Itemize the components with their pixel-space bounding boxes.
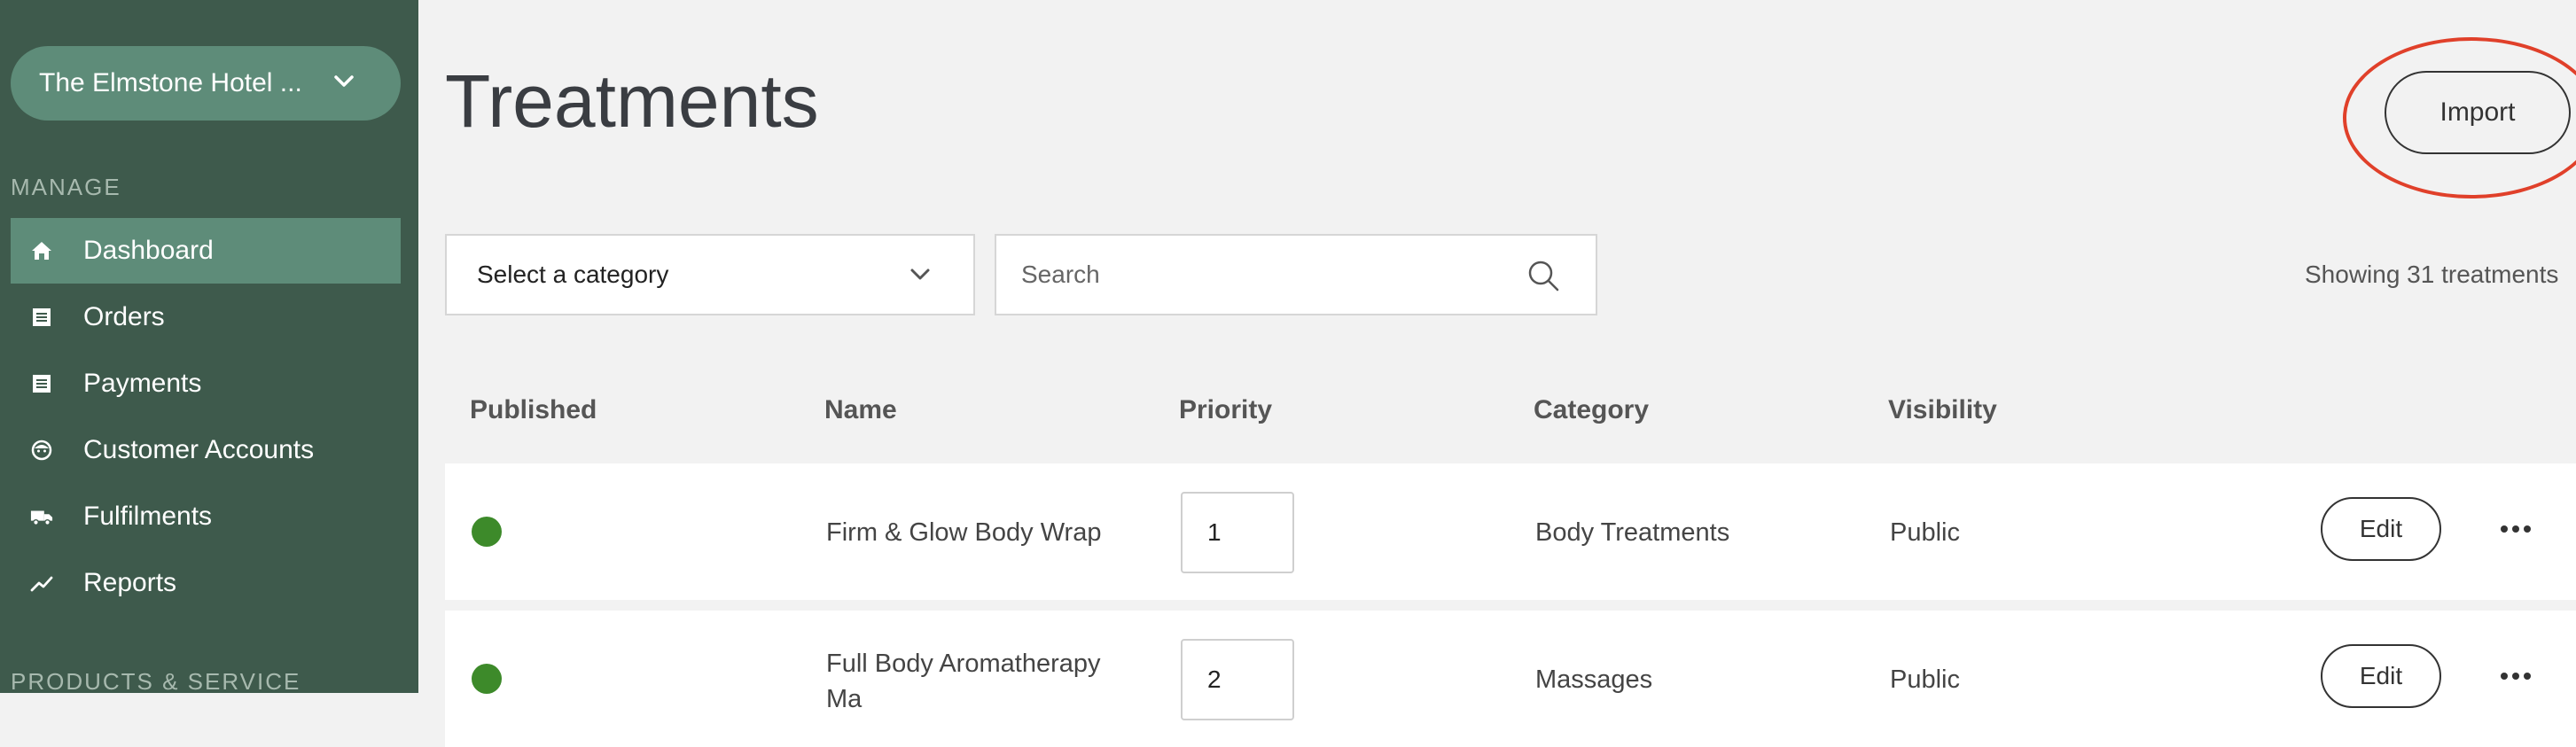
- sidebar-item-customer-accounts[interactable]: Customer Accounts: [11, 417, 401, 483]
- face-icon: [30, 439, 53, 462]
- category-select-value: Select a category: [477, 261, 669, 288]
- search-icon[interactable]: [1526, 259, 1560, 292]
- column-header-visibility: Visibility: [1888, 395, 1997, 424]
- sidebar-item-reports[interactable]: Reports: [11, 550, 401, 616]
- treatment-category: Body Treatments: [1535, 518, 1730, 547]
- search-input[interactable]: [996, 236, 1493, 314]
- list-icon: [30, 306, 53, 329]
- published-status-dot: [472, 517, 502, 547]
- section-manage: MANAGE: [11, 174, 121, 200]
- section-products-services: PRODUCTS & SERVICE: [11, 668, 301, 695]
- sidebar-item-dashboard[interactable]: Dashboard: [11, 218, 401, 284]
- edit-button[interactable]: Edit: [2321, 644, 2441, 708]
- treatment-category: Massages: [1535, 665, 1653, 694]
- trend-icon: [30, 572, 53, 595]
- sidebar-item-fulfilments[interactable]: Fulfilments: [11, 484, 401, 549]
- column-header-priority: Priority: [1179, 395, 1273, 424]
- list-icon: [30, 372, 53, 395]
- priority-input[interactable]: [1181, 639, 1294, 720]
- home-icon: [30, 239, 53, 262]
- sidebar-item-payments[interactable]: Payments: [11, 351, 401, 416]
- treatment-name: Firm & Glow Body Wrap: [826, 518, 1102, 547]
- page-title: Treatments: [445, 59, 819, 143]
- chevron-down-icon: [334, 75, 354, 87]
- more-options-icon[interactable]: [2500, 671, 2532, 681]
- sidebar-item-label: Orders: [83, 302, 165, 331]
- treatment-visibility: Public: [1890, 665, 1960, 694]
- chevron-down-icon: [910, 268, 930, 280]
- venue-name: The Elmstone Hotel ...: [39, 68, 302, 97]
- results-count: Showing 31 treatments: [2305, 261, 2559, 288]
- category-select[interactable]: Select a category: [445, 234, 975, 315]
- truck-icon: [30, 505, 53, 528]
- sidebar-item-orders[interactable]: Orders: [11, 284, 401, 350]
- column-header-published: Published: [470, 395, 597, 424]
- sidebar-item-label: Payments: [83, 369, 202, 398]
- sidebar-item-label: Customer Accounts: [83, 435, 315, 464]
- search-box: [995, 234, 1597, 315]
- column-header-name: Name: [824, 395, 897, 424]
- sidebar-item-label: Dashboard: [83, 236, 214, 265]
- column-header-category: Category: [1534, 395, 1650, 424]
- table-row: Full Body Aromatherapy Ma Massages Publi…: [445, 611, 2576, 747]
- venue-selector[interactable]: The Elmstone Hotel ...: [11, 46, 401, 121]
- priority-input[interactable]: [1181, 492, 1294, 573]
- sidebar-item-label: Fulfilments: [83, 502, 213, 531]
- more-options-icon[interactable]: [2500, 524, 2532, 534]
- treatment-visibility: Public: [1890, 518, 1960, 547]
- treatment-name: Full Body Aromatherapy Ma: [826, 650, 1101, 713]
- table-row: Firm & Glow Body Wrap Body Treatments Pu…: [445, 463, 2576, 600]
- sidebar-item-label: Reports: [83, 568, 177, 597]
- edit-button[interactable]: Edit: [2321, 497, 2441, 561]
- sidebar: The Elmstone Hotel ... MANAGE Dashboard …: [0, 0, 418, 695]
- published-status-dot: [472, 664, 502, 694]
- import-button[interactable]: Import: [2385, 71, 2571, 154]
